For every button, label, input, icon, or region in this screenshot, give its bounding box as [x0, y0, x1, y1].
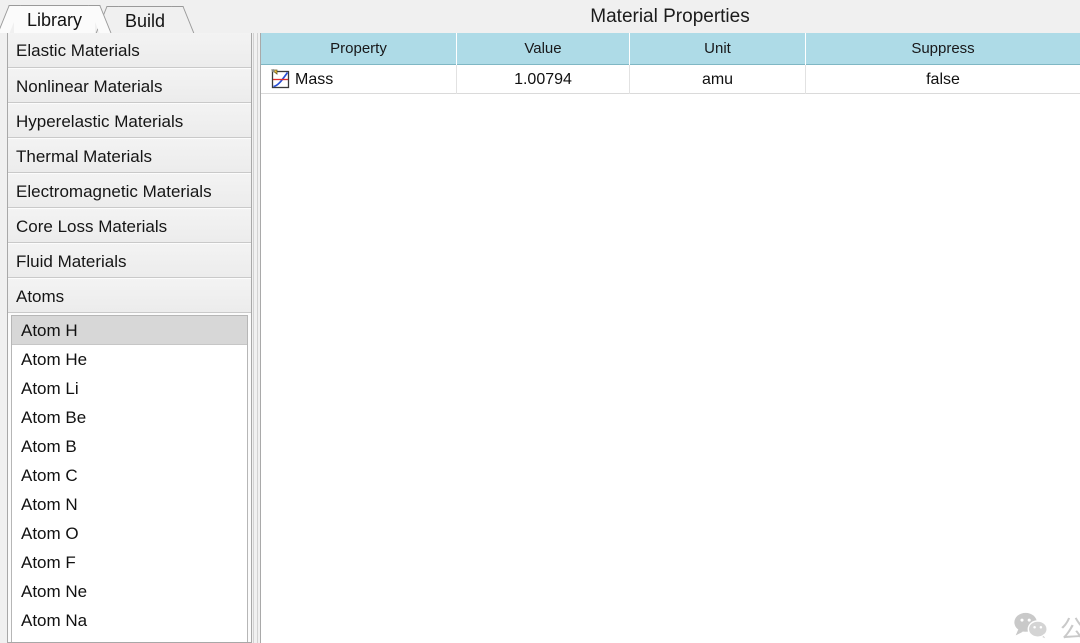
tab-build[interactable]: Build [95, 6, 195, 33]
page-title: Material Properties [590, 6, 750, 27]
sidebar-item-core-loss-materials[interactable]: Core Loss Materials [8, 208, 251, 243]
sidebar-item-thermal-materials[interactable]: Thermal Materials [8, 138, 251, 173]
tab-build-label: Build [125, 11, 166, 31]
sidebar-item-fluid-materials[interactable]: Fluid Materials [8, 243, 251, 278]
sidebar-item-label: Hyperelastic Materials [16, 112, 184, 131]
table-header-row: Property Value Unit Suppress [261, 33, 1080, 65]
sidebar-item-label: Elastic Materials [16, 41, 140, 60]
column-header-value[interactable]: Value [457, 33, 630, 65]
cell-property[interactable]: Mass [261, 65, 457, 94]
wechat-icon [1013, 611, 1049, 643]
list-item[interactable]: Atom Li [12, 374, 247, 403]
list-item[interactable]: Atom O [12, 519, 247, 548]
material-properties-window: Library Build Material Properties Elasti… [0, 0, 1080, 643]
list-item-label: Atom Li [21, 379, 79, 398]
sidebar-item-atoms[interactable]: Atoms [8, 278, 251, 313]
list-item[interactable]: Atom Be [12, 403, 247, 432]
sidebar-item-label: Fluid Materials [16, 252, 127, 271]
watermark-text: 公众号 · WELSIM [1060, 610, 1080, 643]
list-item[interactable]: Atom N [12, 490, 247, 519]
column-header-suppress[interactable]: Suppress [806, 33, 1080, 65]
cell-value[interactable]: 1.00794 [457, 65, 630, 94]
sidebar-item-nonlinear-materials[interactable]: Nonlinear Materials [8, 68, 251, 103]
curve-chart-icon [270, 69, 291, 90]
sidebar-item-label: Nonlinear Materials [16, 77, 163, 96]
list-item[interactable]: Atom He [12, 345, 247, 374]
top-strip: Library Build Material Properties [0, 0, 1080, 33]
sidebar-item-label: Thermal Materials [16, 147, 153, 166]
list-item[interactable]: Atom C [12, 461, 247, 490]
sidebar-item-electromagnetic-materials[interactable]: Electromagnetic Materials [8, 173, 251, 208]
list-item[interactable]: Atom Na [12, 606, 247, 635]
list-item[interactable]: Atom F [12, 548, 247, 577]
list-item-label: Atom Na [21, 611, 88, 630]
tab-strip: Library Build [0, 0, 260, 33]
sidebar-item-label: Core Loss Materials [16, 217, 168, 236]
sidebar-item-label: Atoms [16, 287, 65, 306]
sidebar-item-elastic-materials[interactable]: Elastic Materials [8, 33, 251, 68]
sidebar-item-hyperelastic-materials[interactable]: Hyperelastic Materials [8, 103, 251, 138]
atom-list[interactable]: Atom H Atom He Atom Li Atom Be Atom B At… [11, 315, 248, 642]
list-item[interactable]: Atom H [12, 316, 247, 345]
list-item-label: Atom B [21, 437, 77, 456]
list-item-label: Atom Ne [21, 582, 88, 601]
list-item-label: Atom H [21, 321, 78, 340]
list-item-label: Atom F [21, 553, 76, 572]
properties-table: Property Value Unit Suppress Mass 1.0079… [261, 33, 1080, 94]
cell-suppress[interactable]: false [806, 65, 1080, 94]
splitter-line [257, 33, 258, 643]
material-properties-panel: Property Value Unit Suppress Mass 1.0079… [260, 33, 1080, 643]
panel-splitter[interactable] [252, 33, 260, 643]
material-library-sidebar: Elastic Materials Nonlinear Materials Hy… [7, 33, 252, 643]
sidebar-item-label: Electromagnetic Materials [16, 182, 212, 201]
list-item-label: Atom O [21, 524, 79, 543]
column-header-property[interactable]: Property [261, 33, 457, 65]
column-header-unit[interactable]: Unit [630, 33, 806, 65]
list-item-label: Atom C [21, 466, 78, 485]
tab-library-label: Library [27, 10, 83, 30]
list-item-label: Atom N [21, 495, 78, 514]
tab-left-slant [0, 5, 21, 33]
watermark: 公众号 · WELSIM [1013, 608, 1080, 643]
list-item[interactable]: Atom B [12, 432, 247, 461]
tab-right-slant [171, 6, 195, 33]
splitter-line [253, 33, 254, 643]
table-row[interactable]: Mass 1.00794 amu false [261, 65, 1080, 94]
tab-library[interactable]: Library [0, 5, 112, 33]
list-item-label: Atom He [21, 350, 88, 369]
cell-unit[interactable]: amu [630, 65, 806, 94]
list-item-label: Atom Be [21, 408, 87, 427]
list-item[interactable]: Atom Ne [12, 577, 247, 606]
cell-property-text: Mass [295, 71, 334, 88]
